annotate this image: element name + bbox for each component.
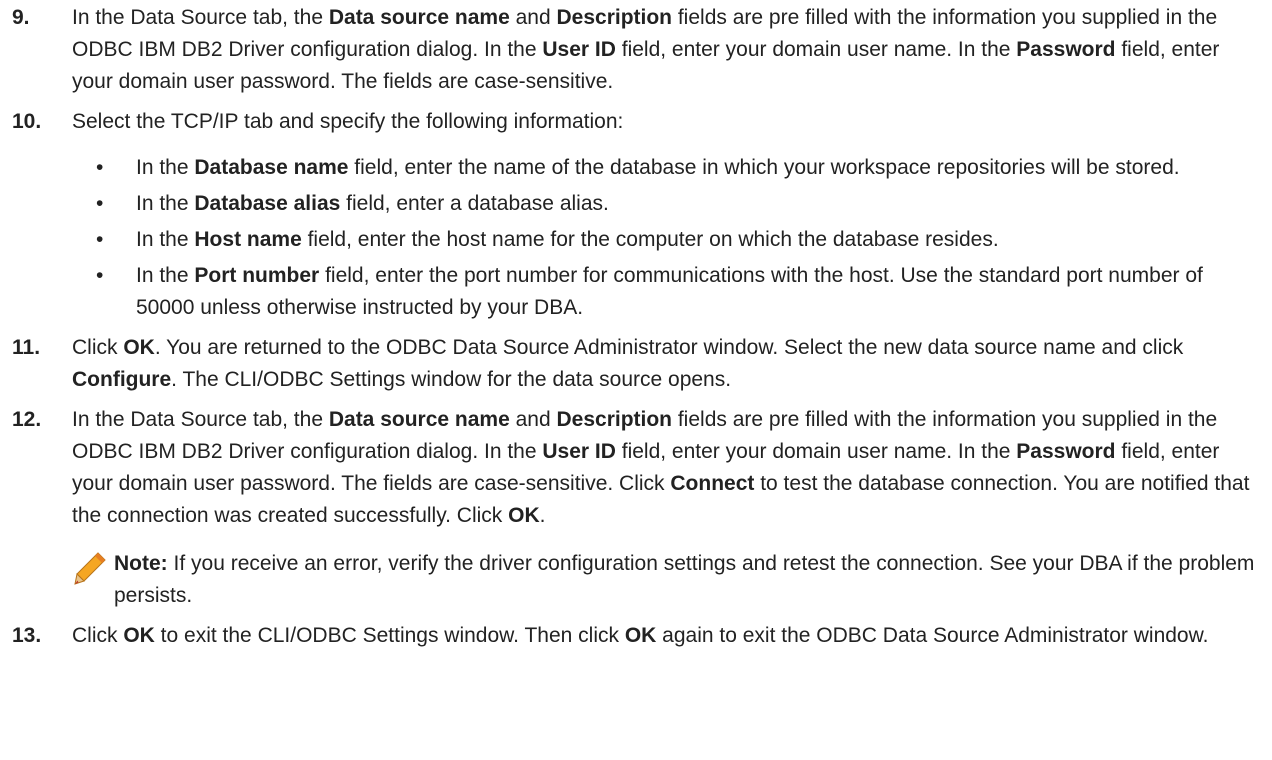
list-item: • In the Database alias field, enter a da… (96, 188, 1260, 220)
step-12: 12. In the Data Source tab, the Data sou… (12, 404, 1260, 612)
pencil-icon (74, 552, 106, 585)
bullet-list: • In the Database name field, enter the n… (72, 152, 1260, 324)
step-text: In the Data Source tab, the Data source … (72, 6, 1220, 93)
step-number: 9. (12, 6, 30, 29)
ui-term: Port number (194, 264, 320, 287)
ui-term: OK (508, 504, 540, 527)
step-10: 10. Select the TCP/IP tab and specify th… (12, 106, 1260, 324)
ui-term: Database name (194, 156, 349, 179)
step-number: 10. (12, 110, 42, 133)
list-item: • In the Database name field, enter the n… (96, 152, 1260, 184)
ui-term: User ID (542, 440, 616, 463)
step-9: 9. In the Data Source tab, the Data sour… (12, 2, 1260, 98)
ui-term: Data source name (328, 6, 510, 29)
step-text: Click OK. You are returned to the ODBC D… (72, 336, 1184, 391)
document-body: 9. In the Data Source tab, the Data sour… (0, 0, 1272, 652)
ui-term: Host name (194, 228, 302, 251)
step-text: Click OK to exit the CLI/ODBC Settings w… (72, 624, 1209, 647)
ui-term: Configure (72, 368, 172, 391)
note-text: Note: If you receive an error, verify th… (114, 552, 1255, 607)
bullet-icon: • (96, 228, 104, 251)
step-number: 13. (12, 624, 42, 647)
ui-term: OK (123, 336, 155, 359)
ui-term: Password (1016, 38, 1116, 61)
ui-term: OK (123, 624, 155, 647)
ui-term: Connect (670, 472, 755, 495)
bullet-icon: • (96, 156, 104, 179)
list-item: • In the Host name field, enter the host … (96, 224, 1260, 256)
step-number: 11. (12, 336, 41, 359)
ui-term: OK (624, 624, 657, 647)
list-item: • In the Port number field, enter the por… (96, 260, 1260, 324)
ui-term: Database alias (194, 192, 341, 215)
ui-term: Description (556, 6, 673, 29)
ui-term: Password (1016, 440, 1116, 463)
ui-term: Description (556, 408, 673, 431)
bullet-icon: • (96, 192, 104, 215)
ui-term: User ID (542, 38, 616, 61)
step-number: 12. (12, 408, 42, 431)
note-label: Note: (114, 552, 168, 575)
step-11: 11. Click OK. You are returned to the OD… (12, 332, 1260, 396)
step-text: Select the TCP/IP tab and specify the fo… (72, 110, 624, 133)
bullet-icon: • (96, 264, 104, 287)
step-13: 13. Click OK to exit the CLI/ODBC Settin… (12, 620, 1260, 652)
step-text: In the Data Source tab, the Data source … (72, 408, 1250, 527)
ui-term: Data source name (328, 408, 510, 431)
note-callout: Note: If you receive an error, verify th… (72, 548, 1260, 612)
